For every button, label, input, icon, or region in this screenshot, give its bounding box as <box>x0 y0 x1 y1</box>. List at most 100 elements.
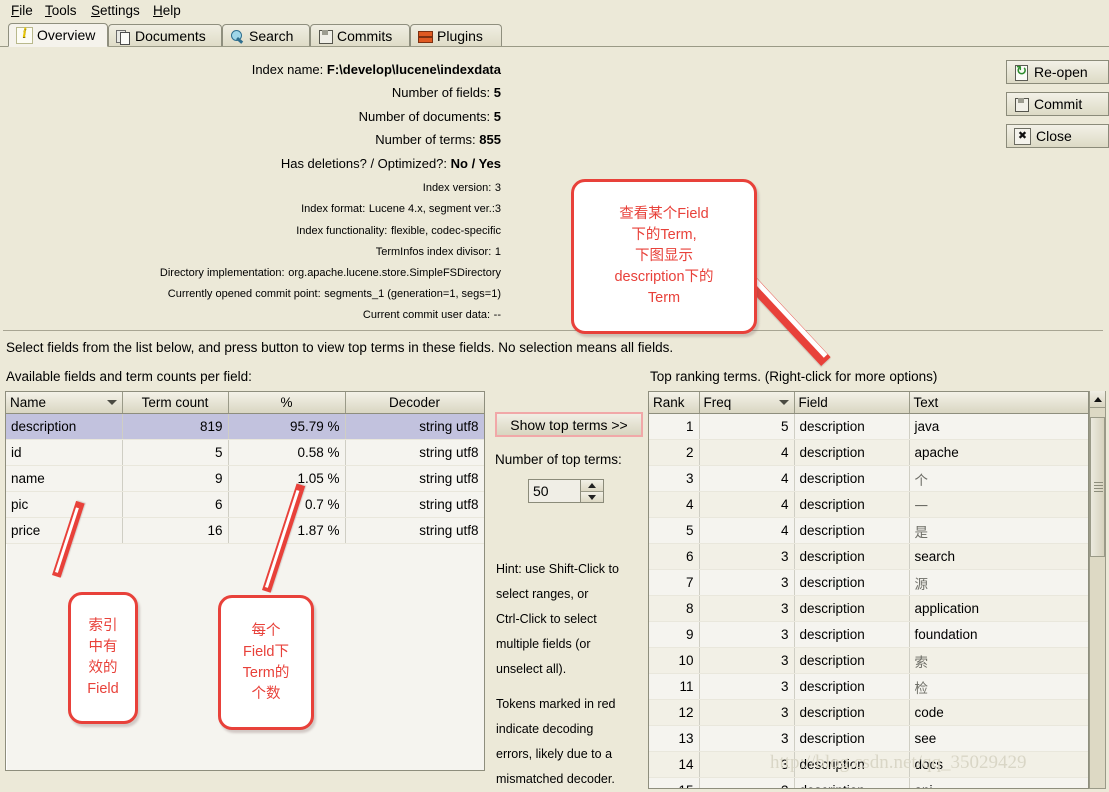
overview-row-value: org.apache.lucene.store.SimpleFSDirector… <box>288 267 501 279</box>
terms-cell-freq: 4 <box>699 439 795 466</box>
table-row[interactable]: 7 3 description 源 <box>649 569 1088 596</box>
show-top-terms-button[interactable]: Show top terms >> <box>495 412 643 437</box>
overview-row: Current commit user data: -- <box>1 306 501 321</box>
overview-row-label: Index functionality: <box>296 225 388 237</box>
table-row[interactable]: 9 3 description foundation <box>649 621 1088 648</box>
overview-row-label: Directory implementation: <box>159 267 285 279</box>
table-row[interactable]: 1 5 description java <box>649 413 1088 440</box>
table-row[interactable]: 5 4 description 是 <box>649 517 1088 544</box>
overview-row-label: Index version: <box>422 182 492 194</box>
number-of-top-terms-value[interactable]: 50 <box>529 480 580 502</box>
table-row[interactable]: description 819 95.79 % string utf8 <box>6 413 484 440</box>
fields-col-header[interactable]: Term count <box>122 392 229 414</box>
fields-cell-decoder: string utf8 <box>345 439 484 466</box>
overview-row-label: Number of documents: <box>358 109 491 124</box>
fields-cell-term-count: 819 <box>122 413 229 440</box>
overview-row: Number of fields: 5 <box>1 85 501 100</box>
terms-cell-rank: 4 <box>649 491 700 518</box>
column-label: Rank <box>653 395 685 410</box>
terms-col-header[interactable]: Field <box>794 392 910 414</box>
fields-col-header[interactable]: % <box>228 392 346 414</box>
scrollbar-thumb[interactable] <box>1090 417 1105 557</box>
stepper-down-icon[interactable] <box>581 491 603 502</box>
terms-cell-text: apache <box>909 439 1088 466</box>
overview-row-label: Currently opened commit point: <box>167 288 321 300</box>
fields-cell-decoder: string utf8 <box>345 491 484 518</box>
table-row[interactable]: name 9 1.05 % string utf8 <box>6 465 484 492</box>
table-row[interactable]: 3 4 description 个 <box>649 465 1088 492</box>
stepper-up-icon[interactable] <box>581 480 603 492</box>
scroll-up-icon[interactable] <box>1090 391 1105 408</box>
tab-label: Search <box>249 28 294 44</box>
terms-cell-rank: 2 <box>649 439 700 466</box>
menu-item-file[interactable]: File <box>6 2 38 20</box>
terms-cell-field: description <box>794 595 910 622</box>
fields-col-header[interactable]: Decoder <box>345 392 484 414</box>
terms-cell-field: description <box>794 699 910 726</box>
terms-cell-field: description <box>794 777 910 788</box>
terms-vertical-scrollbar[interactable] <box>1089 391 1106 789</box>
overview-row-label: Index format: <box>301 203 366 215</box>
info-icon <box>16 26 33 44</box>
tab-plugins[interactable]: Plugins <box>410 24 502 47</box>
tab-commits[interactable]: Commits <box>310 24 410 47</box>
overview-row: Index functionality: flexible, codec-spe… <box>1 222 501 237</box>
column-label: Field <box>798 395 828 410</box>
top-ranking-caption: Top ranking terms. (Right-click for more… <box>650 369 938 384</box>
terms-cell-text: code <box>909 699 1088 726</box>
tab-label: Overview <box>37 27 96 43</box>
table-row[interactable]: 2 4 description apache <box>649 439 1088 466</box>
overview-row: Has deletions? / Optimized?: No / Yes <box>1 156 501 171</box>
column-label: Term count <box>141 395 209 410</box>
overview-row-value: flexible, codec-specific <box>390 225 501 237</box>
terms-cell-text: 源 <box>909 569 1088 596</box>
close-button[interactable]: Close <box>1006 124 1109 148</box>
terms-col-header[interactable]: Rank <box>649 392 700 414</box>
column-label: Decoder <box>388 395 441 410</box>
table-row[interactable]: id 5 0.58 % string utf8 <box>6 439 484 466</box>
sort-descending-icon <box>106 400 117 405</box>
overview-row: TermInfos index divisor: 1 <box>1 243 501 258</box>
menu-item-settings[interactable]: Settings <box>86 2 145 20</box>
number-of-top-terms-stepper[interactable]: 50 <box>528 479 604 503</box>
menu-item-help[interactable]: Help <box>148 2 186 20</box>
fields-cell-name: name <box>6 465 123 492</box>
table-row[interactable]: 11 3 description 检 <box>649 673 1088 700</box>
thumb-grip-icon <box>1094 482 1103 492</box>
terms-col-header[interactable]: Freq <box>699 392 795 414</box>
menu-item-tools[interactable]: Tools <box>40 2 82 20</box>
terms-cell-field: description <box>794 673 910 700</box>
top-ranking-terms-table[interactable]: Rank Freq Field Text 1 5 description java 2 4 des… <box>648 391 1089 789</box>
table-row[interactable]: 10 3 description 索 <box>649 647 1088 674</box>
column-label: % <box>280 395 293 410</box>
table-row[interactable]: 8 3 description application <box>649 595 1088 622</box>
overview-row-value: 5 <box>493 109 501 124</box>
table-row[interactable]: 153descriptionapi <box>649 777 1088 788</box>
commit-button[interactable]: Commit <box>1006 92 1109 116</box>
terms-cell-freq: 3 <box>699 699 795 726</box>
re-open-button[interactable]: Re-open <box>1006 60 1109 84</box>
terms-cell-field: description <box>794 465 910 492</box>
table-row[interactable]: 6 3 description search <box>649 543 1088 570</box>
terms-cell-field: description <box>794 569 910 596</box>
terms-cell-freq: 3 <box>699 569 795 596</box>
tab-search[interactable]: Search <box>222 24 310 47</box>
terms-cell-freq: 4 <box>699 465 795 492</box>
table-row[interactable]: 12 3 description code <box>649 699 1088 726</box>
terms-cell-rank: 10 <box>649 647 700 674</box>
index-overview-panel: Index name: F:\develop\lucene\indexdata N… <box>1 50 1108 330</box>
tab-documents[interactable]: Documents <box>108 24 222 47</box>
overview-row: Number of terms: 855 <box>1 132 501 147</box>
table-row[interactable]: 4 4 description 一 <box>649 491 1088 518</box>
tab-overview[interactable]: Overview <box>8 23 108 47</box>
fields-col-header[interactable]: Name <box>6 392 123 414</box>
stepper-buttons[interactable] <box>580 480 603 502</box>
terms-cell-field: description <box>794 647 910 674</box>
fields-cell-pct: 0.58 % <box>228 439 346 466</box>
terms-cell-rank: 11 <box>649 673 700 700</box>
terms-cell-text: 个 <box>909 465 1088 492</box>
terms-col-header[interactable]: Text <box>909 392 1088 414</box>
overview-row: Index name: F:\develop\lucene\indexdata <box>1 62 501 77</box>
table-row[interactable]: 13 3 description see <box>649 725 1088 752</box>
terms-cell-freq: 3 <box>699 725 795 752</box>
